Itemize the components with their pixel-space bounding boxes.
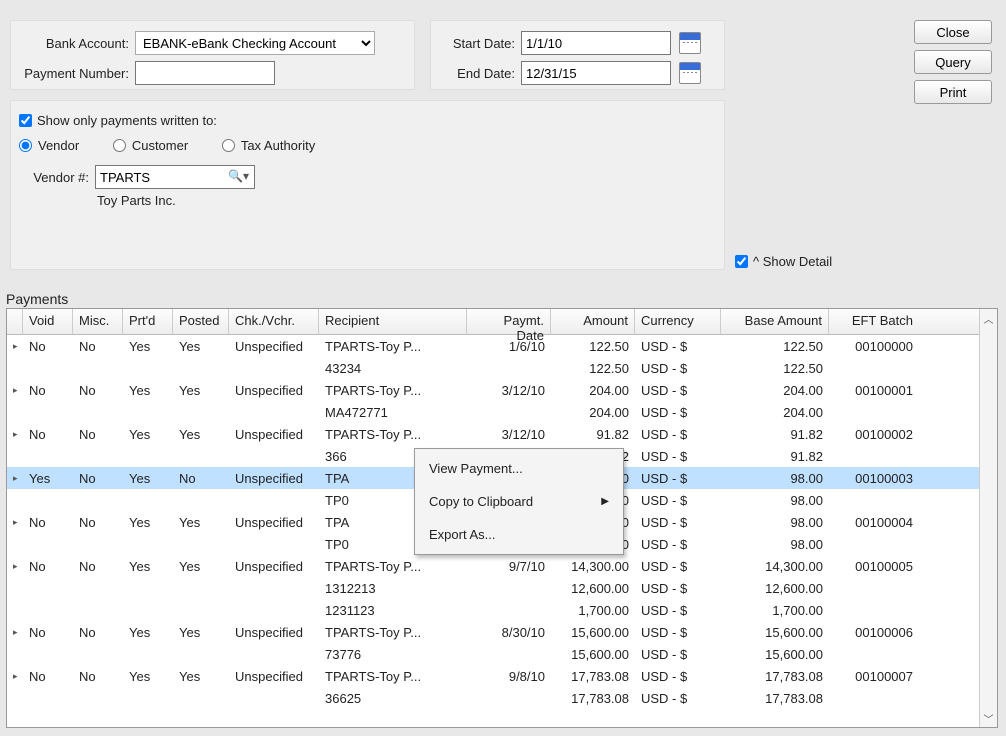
table-row[interactable]: 12311231,700.00USD - $1,700.00 (7, 599, 997, 621)
start-date-input[interactable] (521, 31, 671, 55)
table-row[interactable]: 3662517,783.08USD - $17,783.08 (7, 687, 997, 709)
payment-number-input[interactable] (135, 61, 275, 85)
table-row[interactable]: ▸NoNoYesYesUnspecifiedTPARTS-Toy P...3/1… (7, 423, 997, 445)
radio-tax-authority[interactable]: Tax Authority (222, 138, 315, 153)
menu-view-payment[interactable]: View Payment... (415, 452, 623, 485)
end-date-input[interactable] (521, 61, 671, 85)
close-button[interactable]: Close (914, 20, 992, 44)
bank-account-select[interactable]: EBANK-eBank Checking Account (135, 31, 375, 55)
table-row[interactable]: ▸NoNoYesYesUnspecifiedTPARTS-Toy P...9/7… (7, 555, 997, 577)
show-only-label: Show only payments written to: (37, 113, 217, 128)
col-prtd[interactable]: Prt'd (123, 309, 173, 334)
payments-section-label: Payments (6, 291, 68, 307)
col-recipient[interactable]: Recipient (319, 309, 467, 334)
context-menu: View Payment... Copy to Clipboard▶ Expor… (414, 448, 624, 555)
col-eft-batch[interactable]: EFT Batch (829, 309, 919, 334)
table-row[interactable]: ▸NoNoYesYesUnspecifiedTPARTS-Toy P...3/1… (7, 379, 997, 401)
col-chk[interactable]: Chk./Vchr. (229, 309, 319, 334)
vendor-number-input[interactable] (95, 165, 255, 189)
show-detail-checkbox[interactable]: ^ Show Detail (735, 254, 832, 269)
vendor-number-label: Vendor #: (19, 170, 89, 185)
table-row[interactable]: ▸NoNoYesYesUnspecifiedTPARTS-Toy P...9/8… (7, 665, 997, 687)
table-row[interactable]: ▸NoNoYesYesUnspecifiedTPARTS-Toy P...1/6… (7, 335, 997, 357)
col-void[interactable]: Void (23, 309, 73, 334)
start-date-label: Start Date: (439, 36, 515, 51)
table-row[interactable]: MA472771204.00USD - $204.00 (7, 401, 997, 423)
payment-number-label: Payment Number: (19, 66, 129, 81)
col-posted[interactable]: Posted (173, 309, 229, 334)
calendar-icon[interactable] (679, 62, 701, 84)
grid-header: Void Misc. Prt'd Posted Chk./Vchr. Recip… (7, 309, 997, 335)
col-misc[interactable]: Misc. (73, 309, 123, 334)
menu-copy-clipboard[interactable]: Copy to Clipboard▶ (415, 485, 623, 518)
col-amount[interactable]: Amount (551, 309, 635, 334)
col-paymt-date[interactable]: Paymt. Date (467, 309, 551, 334)
table-row[interactable]: 7377615,600.00USD - $15,600.00 (7, 643, 997, 665)
table-row[interactable]: ▸NoNoYesYesUnspecifiedTPARTS-Toy P...8/3… (7, 621, 997, 643)
menu-export-as[interactable]: Export As... (415, 518, 623, 551)
show-detail-label: ^ Show Detail (753, 254, 832, 269)
print-button[interactable]: Print (914, 80, 992, 104)
show-only-checkbox[interactable]: Show only payments written to: (19, 113, 217, 128)
radio-vendor[interactable]: Vendor (19, 138, 79, 153)
radio-customer[interactable]: Customer (113, 138, 188, 153)
scroll-down-icon[interactable]: ﹀ (980, 709, 997, 727)
end-date-label: End Date: (439, 66, 515, 81)
chevron-right-icon: ▶ (601, 496, 609, 507)
scroll-up-icon[interactable]: ︿ (980, 309, 997, 327)
vendor-name: Toy Parts Inc. (97, 193, 716, 208)
col-base-amount[interactable]: Base Amount (721, 309, 829, 334)
bank-account-label: Bank Account: (19, 36, 129, 51)
table-row[interactable]: 131221312,600.00USD - $12,600.00 (7, 577, 997, 599)
query-button[interactable]: Query (914, 50, 992, 74)
vertical-scrollbar[interactable]: ︿ ﹀ (979, 309, 997, 727)
calendar-icon[interactable] (679, 32, 701, 54)
col-currency[interactable]: Currency (635, 309, 721, 334)
table-row[interactable]: 43234122.50USD - $122.50 (7, 357, 997, 379)
